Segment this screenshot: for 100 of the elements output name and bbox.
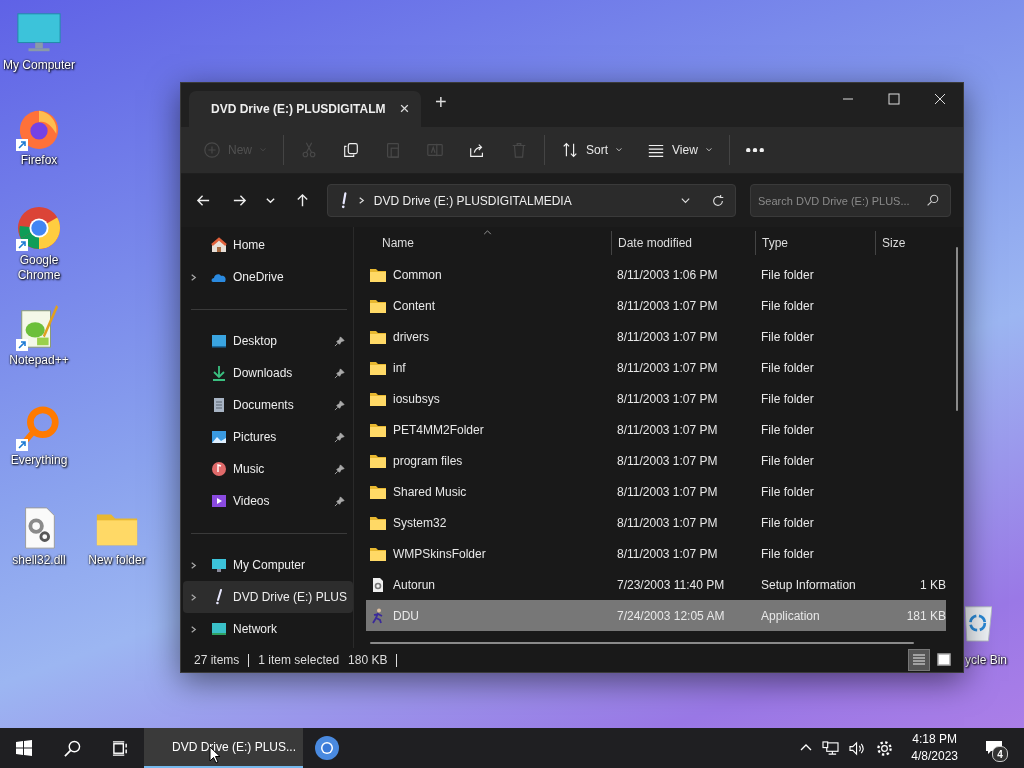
- search-field[interactable]: Search DVD Drive (E:) PLUS...: [750, 184, 952, 217]
- sidebar-item[interactable]: OneDrive: [183, 261, 353, 293]
- chevron-icon[interactable]: [189, 272, 198, 282]
- type-cell-text: File folder: [760, 422, 815, 437]
- window-tab[interactable]: DVD Drive (E:) PLUSDIGITALM ×: [189, 91, 421, 127]
- sidebar-item[interactable]: Desktop: [183, 325, 353, 357]
- new-tab-button[interactable]: +: [431, 90, 451, 114]
- date-cell-text: 8/11/2003 1:07 PM: [616, 298, 719, 313]
- task-view-icon: [111, 739, 129, 757]
- sidebar-item[interactable]: Pictures: [183, 421, 353, 453]
- date-cell-text: 7/24/2003 12:05 AM: [616, 608, 726, 623]
- file-row[interactable]: WMPSkinsFolder 8/11/2003 1:07 PM File folder: [366, 538, 946, 569]
- clock-time[interactable]: 4:18 PM: [912, 731, 957, 748]
- vertical-scrollbar[interactable]: [956, 247, 958, 411]
- size-cell: 181 KB: [906, 608, 946, 623]
- clock-date[interactable]: 4/8/2023: [911, 748, 958, 765]
- search-icon: [926, 194, 940, 207]
- exclamation-icon: [339, 192, 349, 209]
- column-header[interactable]: Date modified: [611, 231, 755, 255]
- video-icon: [211, 493, 227, 509]
- search-icon: [63, 739, 81, 757]
- file-row[interactable]: PET4MM2Folder 8/11/2003 1:07 PM File folder: [366, 414, 946, 445]
- folder-icon: [370, 329, 386, 344]
- desktop-icon-label[interactable]: My Computer: [1, 58, 77, 73]
- column-header[interactable]: Name: [366, 231, 611, 255]
- sidebar-item[interactable]: Music: [183, 453, 353, 485]
- pin-icon: [334, 335, 345, 347]
- file-row[interactable]: System32 8/11/2003 1:07 PM File folder: [366, 507, 946, 538]
- file-name: Autorun: [393, 577, 436, 592]
- file-row[interactable]: Shared Music 8/11/2003 1:07 PM File folder: [366, 476, 946, 507]
- address-bar[interactable]: DVD Drive (E:) PLUSDIGITALMEDIA: [326, 184, 737, 217]
- view-button[interactable]: View: [635, 133, 725, 167]
- arrow-left-icon: [196, 193, 212, 208]
- type-cell-text: File folder: [760, 391, 815, 406]
- type-cell-text: File folder: [760, 298, 815, 313]
- shortcut-arrow-icon: [16, 139, 28, 151]
- date-cell-text: 8/11/2003 1:07 PM: [616, 515, 719, 530]
- download-icon: [211, 365, 227, 381]
- pin-icon: [334, 431, 345, 443]
- square-icon: [937, 653, 951, 667]
- file-row[interactable]: program files 8/11/2003 1:07 PM File folder: [366, 445, 946, 476]
- date-cell-text: 8/11/2003 1:07 PM: [616, 484, 719, 499]
- file-row[interactable]: Autorun 7/23/2003 11:40 PM Setup Information 1 KB: [366, 569, 946, 600]
- folder-icon: [370, 391, 386, 406]
- sidebar-item[interactable]: My Computer: [183, 549, 353, 581]
- notifications-button[interactable]: 4: [974, 728, 1014, 768]
- file-row[interactable]: DDU 7/24/2003 12:05 AM Application 181 KB: [366, 600, 946, 631]
- home-icon: [211, 237, 227, 253]
- shortcut-arrow-icon: [16, 239, 28, 251]
- sidebar-item[interactable]: Downloads: [183, 357, 353, 389]
- type-cell-text: File folder: [760, 453, 815, 468]
- file-name: Shared Music: [393, 484, 467, 499]
- file-row[interactable]: drivers 8/11/2003 1:07 PM File folder: [366, 321, 946, 352]
- date-cell-text: 8/11/2003 1:07 PM: [616, 453, 719, 468]
- sort-caret-icon: [483, 230, 492, 235]
- sidebar-item[interactable]: Network: [183, 613, 353, 645]
- file-row[interactable]: Common 8/11/2003 1:06 PM File folder: [366, 259, 946, 290]
- file-name: iosubsys: [393, 391, 440, 406]
- sidebar-item[interactable]: Documents: [183, 389, 353, 421]
- file-name: inf: [393, 360, 406, 375]
- volume-icon[interactable]: [849, 740, 867, 756]
- chevron-icon[interactable]: [189, 592, 198, 602]
- type-cell-text: File folder: [760, 360, 815, 375]
- horizontal-scrollbar[interactable]: [370, 642, 914, 644]
- music-icon: [211, 461, 227, 477]
- chevron-icon[interactable]: [189, 624, 198, 634]
- date-cell-text: 8/11/2003 1:07 PM: [616, 329, 719, 344]
- lines-icon: [912, 653, 926, 667]
- type-cell-text: File folder: [760, 515, 815, 530]
- close-tab-button[interactable]: ×: [395, 99, 414, 119]
- maximize-icon: [888, 93, 900, 105]
- type-cell-text: File folder: [760, 546, 815, 561]
- settings-icon[interactable]: [876, 739, 894, 757]
- refresh-icon[interactable]: [711, 193, 726, 208]
- file-row[interactable]: iosubsys 8/11/2003 1:07 PM File folder: [366, 383, 946, 414]
- pin-icon: [334, 495, 345, 507]
- desktop-icon-label[interactable]: Firefox: [18, 153, 60, 168]
- sidebar-item[interactable]: Videos: [183, 485, 353, 517]
- folder-icon: [370, 515, 386, 530]
- date-cell-text: 8/11/2003 1:07 PM: [616, 422, 719, 437]
- sort-button[interactable]: Sort: [549, 133, 636, 167]
- network-icon[interactable]: [822, 740, 840, 756]
- type-cell-text: Setup Information: [760, 577, 857, 592]
- date-cell-text: 7/23/2003 11:40 PM: [616, 577, 726, 592]
- file-name: PET4MM2Folder: [393, 422, 484, 437]
- folder-icon: [370, 360, 386, 375]
- chrome-icon[interactable]: [16, 205, 62, 251]
- chrome-icon: [315, 736, 339, 760]
- type-cell-text: File folder: [760, 267, 815, 282]
- sidebar-item[interactable]: DVD Drive (E:) PLUS: [183, 581, 353, 613]
- caret-icon[interactable]: [680, 195, 692, 206]
- file-row[interactable]: Content 8/11/2003 1:07 PM File folder: [366, 290, 946, 321]
- chevron-icon[interactable]: [189, 560, 198, 570]
- date-cell-text: 8/11/2003 1:07 PM: [616, 391, 719, 406]
- selection-info: 1 item selected: [258, 653, 340, 667]
- file-name: DDU: [393, 608, 419, 623]
- sidebar-item[interactable]: Home: [183, 229, 353, 261]
- column-header[interactable]: Size: [875, 231, 946, 255]
- column-header[interactable]: Type: [755, 231, 875, 255]
- file-row[interactable]: inf 8/11/2003 1:07 PM File folder: [366, 352, 946, 383]
